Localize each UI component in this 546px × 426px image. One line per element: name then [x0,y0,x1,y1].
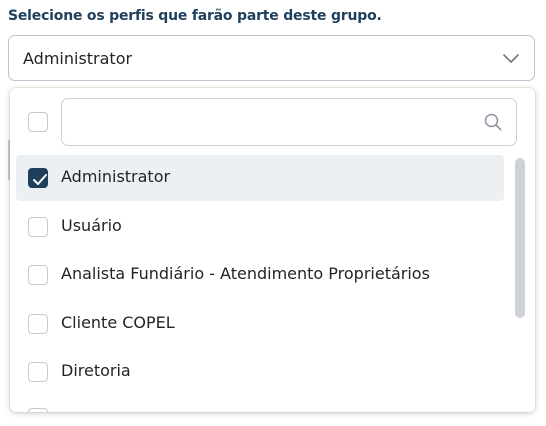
search-icon [484,113,502,131]
option-label: Cliente COPEL [61,313,175,332]
option-checkbox[interactable] [28,265,48,285]
profiles-dropdown-panel: Administrator Usuário Analista Fundiário… [10,88,535,412]
profiles-select[interactable]: Administrator [8,35,535,81]
select-current-value: Administrator [23,49,133,68]
profiles-field-label: Selecione os perfis que farão parte dest… [8,8,382,24]
chevron-down-icon [503,54,519,63]
option-checkbox[interactable] [28,314,48,334]
option-label: Diretoria [61,361,131,380]
option-analista-fundiario[interactable]: Analista Fundiário - Atendimento Proprie… [16,252,504,298]
select-all-checkbox[interactable] [28,112,48,132]
option-checkbox[interactable] [28,362,48,382]
option-checkbox[interactable] [28,217,48,237]
option-checkbox-checked[interactable] [28,168,48,188]
dropdown-search-box [61,98,517,146]
dropdown-search-input[interactable] [62,99,486,145]
option-administrator[interactable]: Administrator [16,155,504,201]
check-icon [33,174,47,185]
option-label: Analista Fundiário - Atendimento Proprie… [61,264,430,283]
option-label: Administrator [61,167,171,186]
option-usuario[interactable]: Usuário [16,204,504,250]
dropdown-scrollbar-thumb[interactable] [515,158,525,318]
option-label: Usuário [61,216,122,235]
option-diretoria[interactable]: Diretoria [16,349,504,395]
option-cliente-copel[interactable]: Cliente COPEL [16,301,504,347]
next-option-checkbox-partial [28,408,48,412]
